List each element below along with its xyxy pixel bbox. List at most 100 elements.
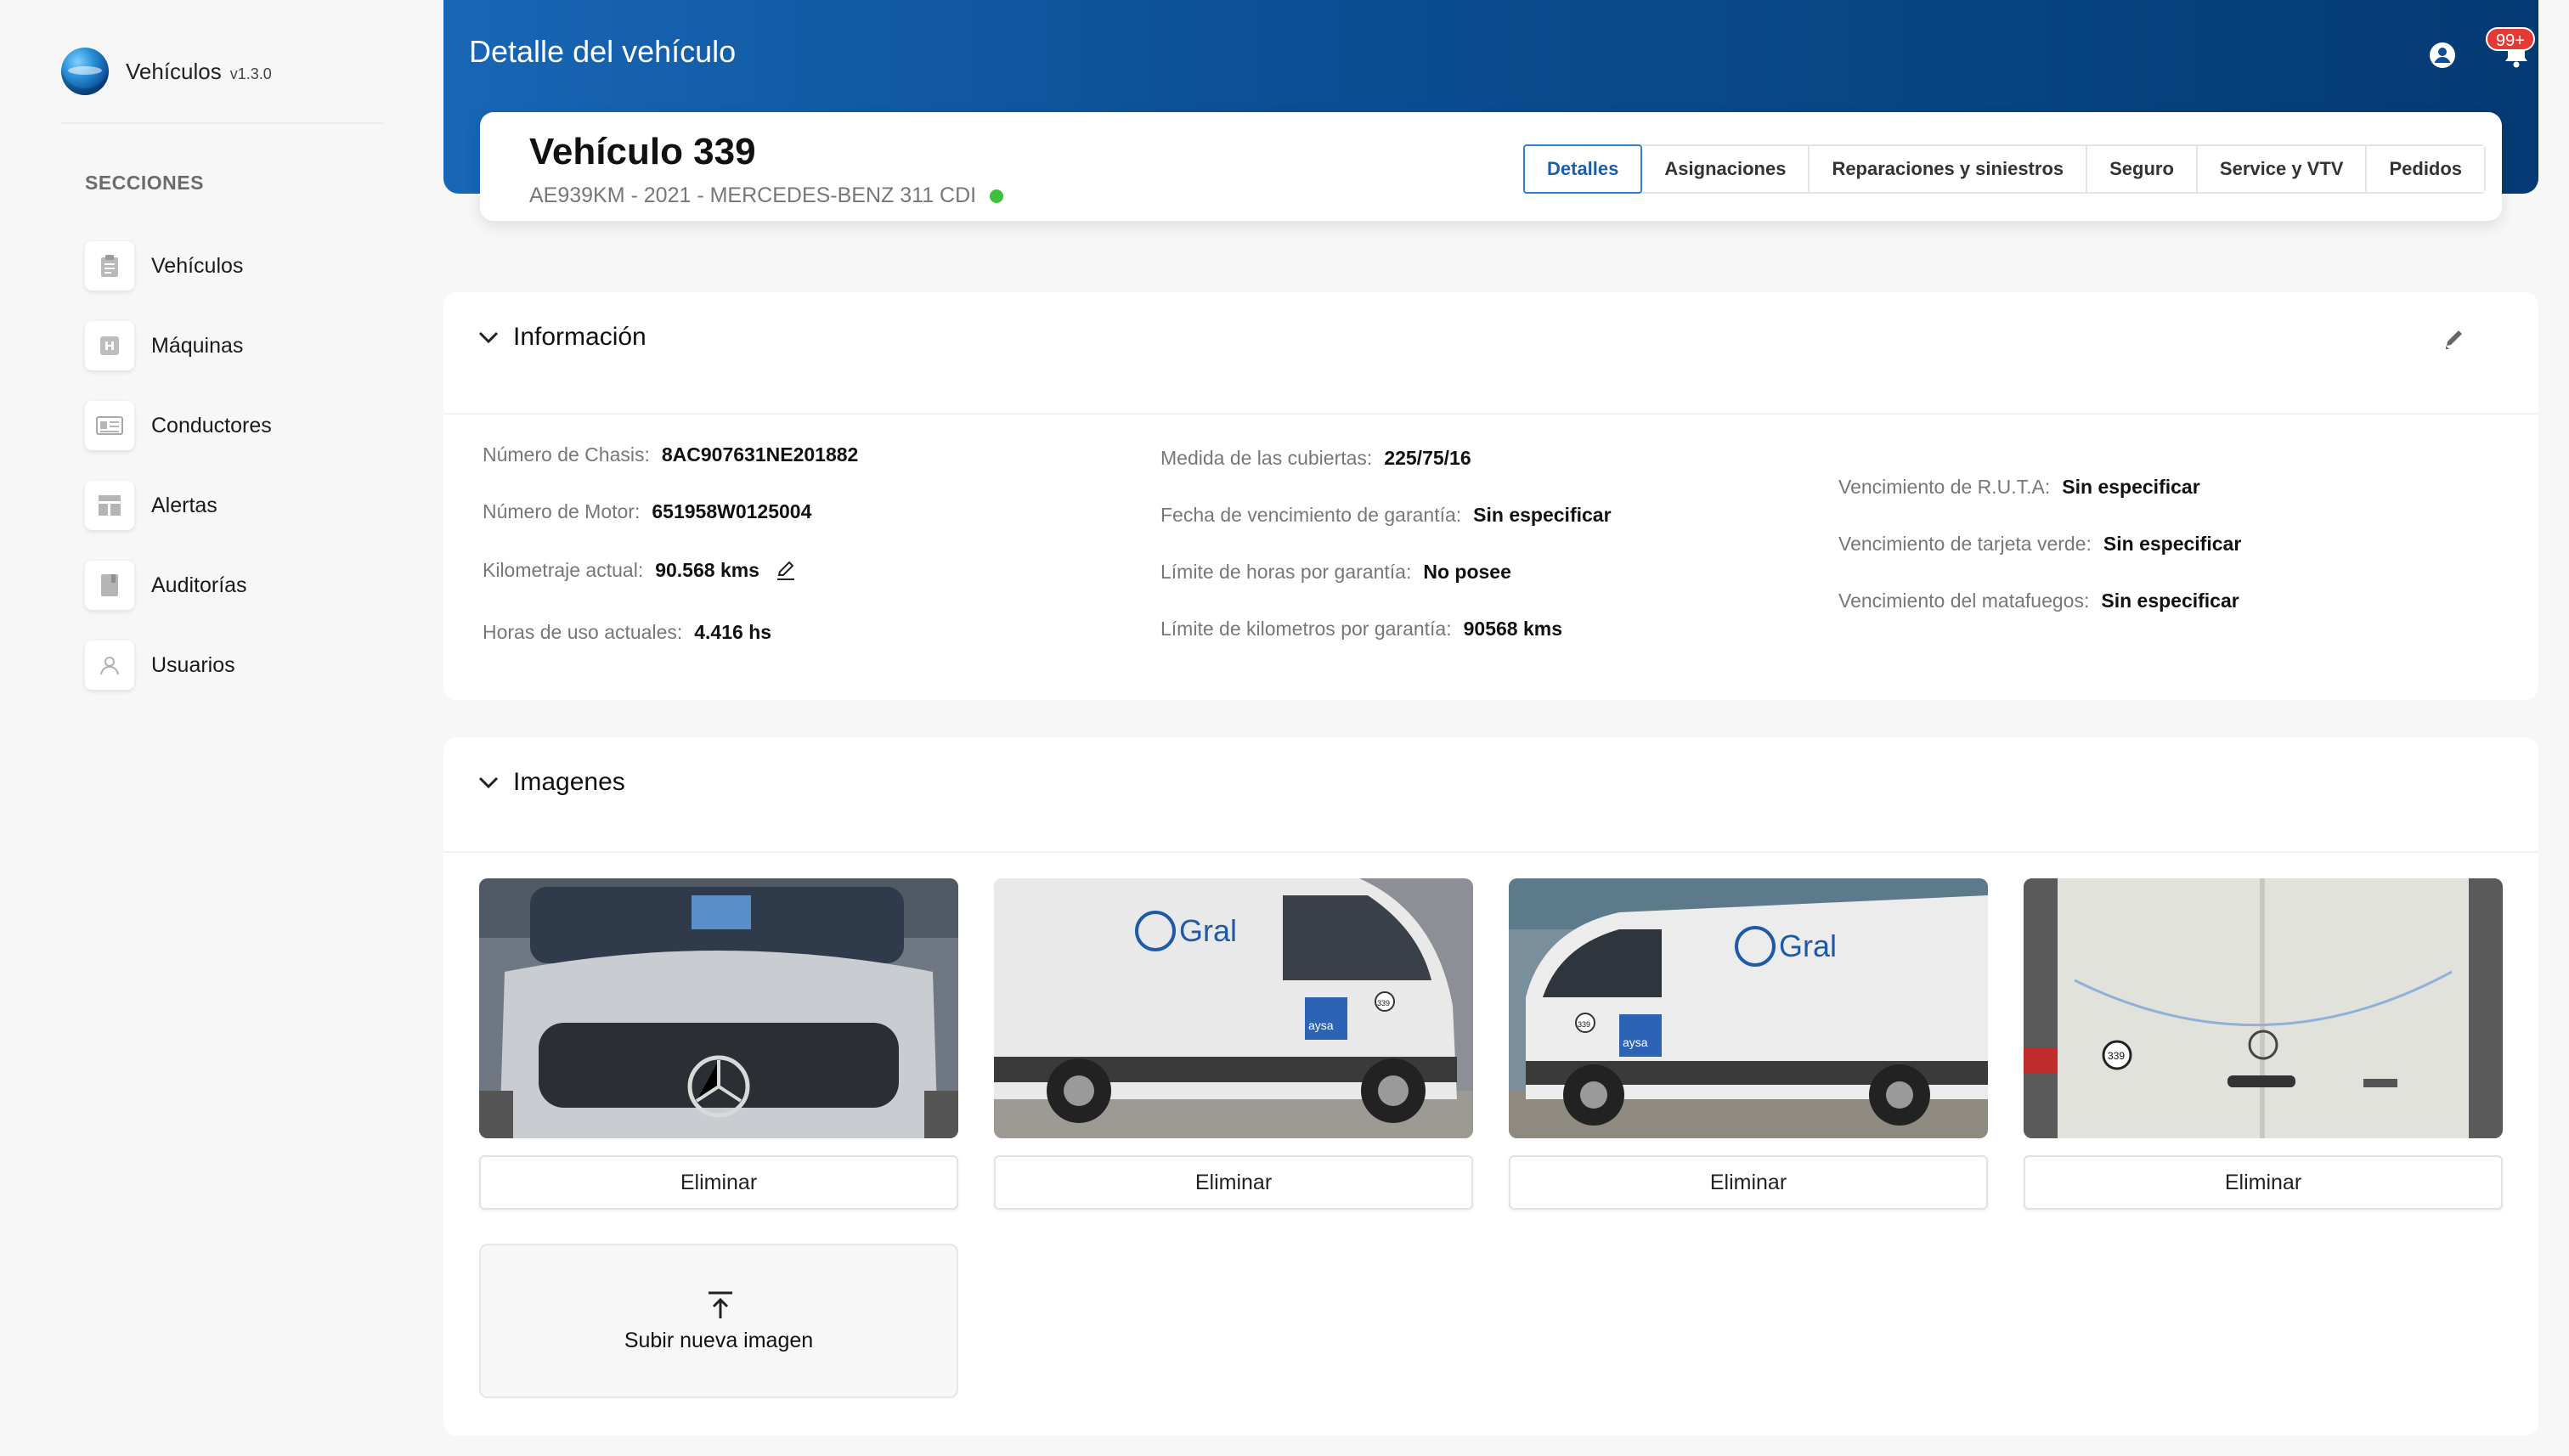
field-value: 90.568 kms — [655, 559, 759, 581]
sidebar-item-label: Usuarios — [151, 652, 235, 677]
field-value: No posee — [1423, 561, 1511, 583]
field-label: Límite de kilometros por garantía — [1160, 618, 1447, 640]
svg-text:Gral: Gral — [1179, 913, 1237, 948]
vehicle-card: Vehículo 339 AE939KM - 2021 - MERCEDES-B… — [480, 112, 2502, 221]
divider — [443, 851, 2538, 853]
vehicle-image[interactable]: Gral aysa 339 — [994, 878, 1473, 1138]
brand[interactable]: Vehículos v1.3.0 — [61, 48, 272, 95]
field-garantia-fecha: Fecha de vencimiento de garantía: Sin es… — [1160, 504, 1612, 526]
sidebar-item-vehiculos[interactable]: Vehículos — [85, 226, 272, 306]
field-label: Número de Motor — [483, 500, 635, 522]
delete-image-button[interactable]: Eliminar — [479, 1155, 958, 1210]
sidebar-item-label: Alertas — [151, 493, 217, 517]
info-title: Información — [513, 323, 646, 351]
chevron-down-icon — [478, 776, 499, 789]
svg-text:339: 339 — [2108, 1050, 2125, 1062]
sidebar-item-label: Auditorías — [151, 573, 247, 597]
vehicle-image[interactable]: Gral aysa 339 — [1509, 878, 1988, 1138]
vehicle-image[interactable] — [479, 878, 958, 1138]
divider — [443, 413, 2538, 415]
tab-pedidos[interactable]: Pedidos — [2367, 146, 2485, 192]
field-label: Número de Chasis — [483, 443, 645, 466]
notification-badge: 99+ — [2486, 27, 2535, 51]
tab-detalles[interactable]: Detalles — [1523, 144, 1643, 194]
delete-image-button[interactable]: Eliminar — [2024, 1155, 2503, 1210]
field-kilometraje: Kilometraje actual: 90.568 kms — [483, 559, 797, 582]
field-value: Sin especificar — [2101, 590, 2239, 612]
page-title: Detalle del vehículo — [469, 34, 737, 69]
user-icon — [85, 641, 134, 690]
info-panel-toggle[interactable]: Información — [477, 323, 646, 352]
clipboard-icon — [85, 241, 134, 291]
sidebar-item-label: Máquinas — [151, 333, 244, 358]
images-title: Imagenes — [513, 768, 625, 796]
sidebar-item-alertas[interactable]: Alertas — [85, 466, 272, 545]
field-label: Kilometraje actual — [483, 559, 638, 581]
upload-image-button[interactable]: Subir nueva imagen — [479, 1244, 958, 1398]
field-tarjeta-verde: Vencimiento de tarjeta verde: Sin especi… — [1838, 533, 2242, 555]
tab-asignaciones[interactable]: Asignaciones — [1642, 146, 1810, 192]
field-label: Horas de uso actuales — [483, 621, 677, 643]
svg-text:Gral: Gral — [1779, 928, 1837, 963]
field-motor: Número de Motor: 651958W0125004 — [483, 500, 812, 522]
field-garantia-km: Límite de kilometros por garantía: 90568… — [1160, 618, 1562, 640]
sidebar-item-conductores[interactable]: Conductores — [85, 386, 272, 466]
field-label: Vencimiento de tarjeta verde — [1838, 533, 2086, 555]
field-label: Límite de horas por garantía — [1160, 561, 1406, 583]
field-chasis: Número de Chasis: 8AC907631NE201882 — [483, 443, 859, 466]
tab-bar: Detalles Asignaciones Reparaciones y sin… — [1523, 144, 2487, 194]
app-version: v1.3.0 — [229, 65, 272, 82]
field-value: 4.416 hs — [694, 621, 772, 643]
id-card-icon — [85, 401, 134, 450]
upload-label: Subir nueva imagen — [624, 1329, 814, 1352]
field-value: 90568 kms — [1463, 618, 1562, 640]
sections-title: SECCIONES — [85, 172, 204, 194]
sidebar-item-auditorias[interactable]: Auditorías — [85, 545, 272, 625]
tab-service-vtv[interactable]: Service y VTV — [2197, 146, 2368, 192]
field-garantia-horas: Límite de horas por garantía: No posee — [1160, 561, 1511, 583]
chevron-down-icon — [478, 331, 499, 344]
svg-text:aysa: aysa — [1308, 1019, 1334, 1032]
account-icon[interactable] — [2428, 41, 2457, 70]
info-panel: Información Número de Chasis: 8AC907631N… — [443, 292, 2538, 700]
edit-km-icon[interactable] — [775, 560, 797, 582]
app-root: Vehículos v1.3.0 SECCIONES Vehículos Máq… — [0, 0, 2569, 1456]
svg-text:aysa: aysa — [1623, 1036, 1648, 1049]
delete-image-button[interactable]: Eliminar — [994, 1155, 1473, 1210]
tab-seguro[interactable]: Seguro — [2087, 146, 2198, 192]
vehicle-details: AE939KM - 2021 - MERCEDES-BENZ 311 CDI — [529, 183, 977, 207]
vehicle-image[interactable]: 339 — [2024, 878, 2503, 1138]
sidebar-item-usuarios[interactable]: Usuarios — [85, 625, 272, 705]
images-panel: Imagenes Eliminar Gral aysa 339 Eliminar… — [443, 737, 2538, 1436]
images-panel-toggle[interactable]: Imagenes — [477, 768, 625, 797]
machine-icon — [85, 321, 134, 370]
field-value: Sin especificar — [2062, 476, 2200, 498]
sidebar-item-maquinas[interactable]: Máquinas — [85, 306, 272, 386]
svg-text:339: 339 — [1578, 1020, 1590, 1029]
sidebar-nav: Vehículos Máquinas Conductores Alertas A… — [85, 226, 272, 705]
field-label: Medida de las cubiertas — [1160, 447, 1367, 469]
status-indicator — [990, 189, 1004, 203]
vehicle-title: Vehículo 339 — [529, 131, 756, 172]
edit-icon[interactable] — [2440, 324, 2470, 355]
sidebar: Vehículos v1.3.0 SECCIONES Vehículos Máq… — [0, 0, 442, 1456]
tab-reparaciones[interactable]: Reparaciones y siniestros — [1810, 146, 2088, 192]
field-value: 8AC907631NE201882 — [661, 443, 859, 466]
sidebar-item-label: Vehículos — [151, 253, 244, 278]
dashboard-icon — [85, 481, 134, 530]
divider — [61, 122, 384, 124]
field-cubiertas: Medida de las cubiertas: 225/75/16 — [1160, 447, 1471, 469]
vehicle-subtitle: AE939KM - 2021 - MERCEDES-BENZ 311 CDI — [529, 183, 1004, 208]
svg-text:339: 339 — [1377, 999, 1390, 1007]
field-label: Vencimiento de R.U.T.A — [1838, 476, 2045, 498]
delete-image-button[interactable]: Eliminar — [1509, 1155, 1988, 1210]
field-label: Fecha de vencimiento de garantía — [1160, 504, 1456, 526]
field-horas: Horas de uso actuales: 4.416 hs — [483, 621, 772, 643]
field-value: 225/75/16 — [1384, 447, 1471, 469]
field-ruta: Vencimiento de R.U.T.A: Sin especificar — [1838, 476, 2200, 498]
sidebar-item-label: Conductores — [151, 413, 272, 437]
field-value: Sin especificar — [1473, 504, 1612, 526]
app-logo — [61, 48, 109, 95]
upload-icon — [709, 1291, 732, 1318]
field-matafuegos: Vencimiento del matafuegos: Sin especifi… — [1838, 590, 2239, 612]
